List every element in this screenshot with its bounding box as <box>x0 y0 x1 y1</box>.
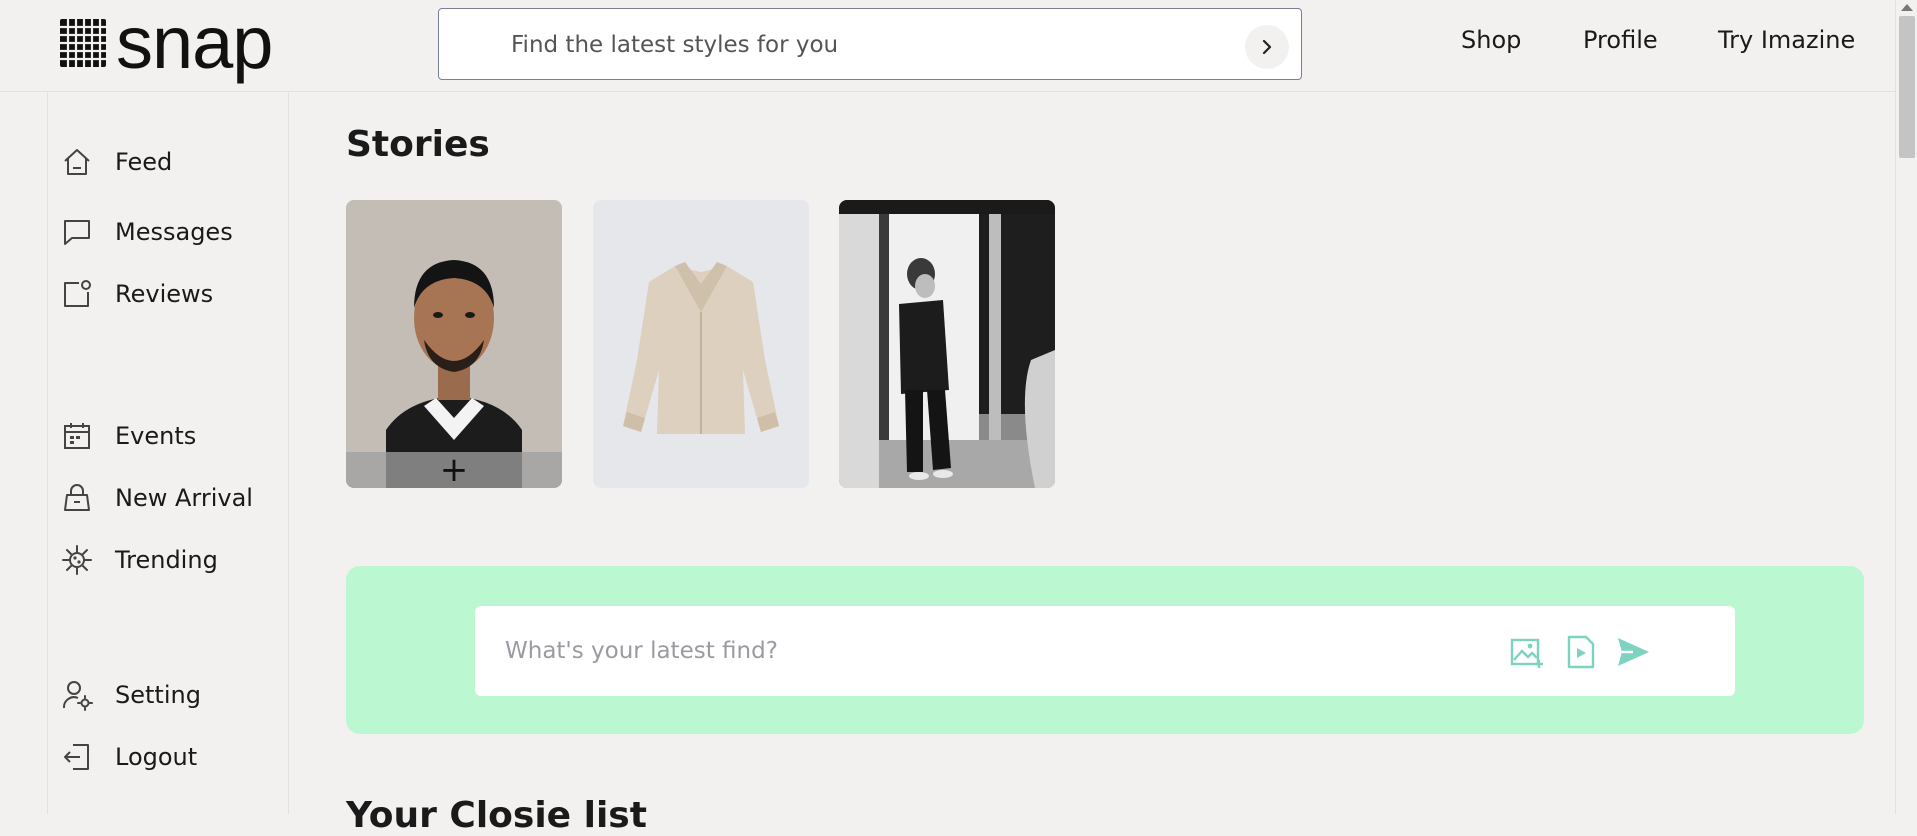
top-header: snap Shop Profile Try Imazine <box>0 0 1895 92</box>
nav-shop-link[interactable]: Shop <box>1461 26 1521 54</box>
sidebar-item-label: Reviews <box>115 280 214 308</box>
scroll-thumb[interactable] <box>1899 16 1915 158</box>
chevron-right-icon <box>1262 39 1272 55</box>
scroll-up-arrow-icon[interactable] <box>1901 4 1913 11</box>
search-input[interactable] <box>511 27 1191 63</box>
sidebar-item-setting[interactable]: Setting <box>61 675 201 715</box>
add-video-icon[interactable] <box>1563 634 1599 670</box>
sidebar-item-label: Messages <box>115 218 233 246</box>
trending-icon <box>62 545 92 575</box>
calendar-icon <box>64 423 90 449</box>
sidebar-item-feed[interactable]: Feed <box>61 142 172 182</box>
add-story-button[interactable]: + <box>346 450 562 488</box>
stories-heading: Stories <box>346 124 490 165</box>
user-settings-icon <box>62 681 93 711</box>
story-shirt-image <box>593 200 809 488</box>
story-item[interactable] <box>839 200 1055 488</box>
review-icon <box>64 280 91 307</box>
sidebar-item-label: Trending <box>115 546 218 574</box>
sidebar-item-logout[interactable]: Logout <box>61 737 197 777</box>
page-scrollbar[interactable] <box>1895 0 1917 814</box>
send-icon[interactable] <box>1615 634 1651 670</box>
add-image-icon[interactable] <box>1509 634 1545 670</box>
sidebar-item-events[interactable]: Events <box>61 416 196 456</box>
sidebar-item-messages[interactable]: Messages <box>61 212 233 252</box>
sidebar-item-new-arrival[interactable]: New Arrival <box>61 478 253 518</box>
nav-profile-link[interactable]: Profile <box>1583 26 1658 54</box>
sidebar-item-label: New Arrival <box>115 484 253 512</box>
bag-icon <box>64 484 90 511</box>
nav-try-imazine-link[interactable]: Try Imazine <box>1718 26 1855 54</box>
sidebar: Feed Messages Reviews Events New Arrival… <box>47 92 289 814</box>
logout-icon <box>64 744 89 770</box>
story-outfit-image <box>839 200 1055 488</box>
plus-icon: + <box>439 450 469 488</box>
sidebar-item-label: Events <box>115 422 197 450</box>
post-composer <box>475 606 1735 696</box>
story-portrait-image <box>346 200 562 488</box>
message-icon <box>64 220 90 245</box>
sidebar-item-trending[interactable]: Trending <box>61 540 218 580</box>
search-bar <box>438 8 1302 80</box>
search-submit-button[interactable] <box>1245 25 1289 69</box>
logo-mark-icon <box>60 19 106 67</box>
story-own[interactable]: + <box>346 200 562 488</box>
logo[interactable]: snap <box>58 1 273 84</box>
post-input[interactable] <box>505 632 1505 670</box>
story-item[interactable] <box>593 200 809 488</box>
logo-text: snap <box>116 1 273 84</box>
closie-list-heading: Your Closie list <box>346 795 647 836</box>
home-icon <box>64 149 90 175</box>
sidebar-item-label: Setting <box>115 681 201 709</box>
sidebar-item-label: Feed <box>115 148 173 176</box>
sidebar-item-reviews[interactable]: Reviews <box>61 274 213 314</box>
create-post-panel <box>346 566 1864 734</box>
sidebar-item-label: Logout <box>115 743 198 771</box>
